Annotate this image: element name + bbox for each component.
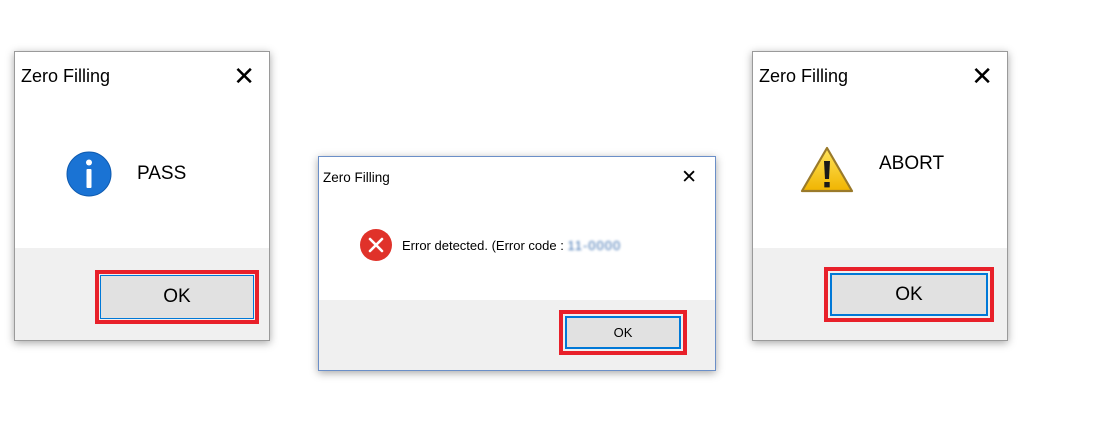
- title-bar: Zero Filling ✕: [15, 52, 269, 100]
- ok-button[interactable]: OK: [100, 275, 254, 319]
- title-bar: Zero Filling ✕: [319, 157, 715, 197]
- error-message: Error detected. (Error code :: [402, 237, 568, 253]
- pass-dialog: Zero Filling ✕ PASS OK: [14, 51, 270, 341]
- info-icon: [66, 151, 112, 197]
- message-area: Error detected. (Error code : 11-0000: [319, 226, 715, 264]
- abort-dialog: Zero Filling ✕ ABORT OK: [752, 51, 1008, 341]
- close-icon[interactable]: ✕: [681, 168, 697, 187]
- warning-icon: [800, 146, 854, 193]
- dialog-title: Zero Filling: [759, 65, 849, 86]
- message-text: Error detected. (Error code : 11-0000: [402, 238, 621, 253]
- message-text: ABORT: [879, 153, 945, 174]
- message-area: ABORT: [753, 138, 1007, 202]
- ok-button[interactable]: OK: [565, 316, 681, 349]
- message-text: PASS: [137, 163, 187, 184]
- error-dialog: Zero Filling ✕ Error detected. (Error co…: [318, 156, 716, 371]
- close-icon[interactable]: ✕: [971, 63, 993, 89]
- dialog-title: Zero Filling: [323, 169, 390, 185]
- message-area: PASS: [15, 142, 269, 206]
- error-code: 11-0000: [567, 237, 622, 253]
- ok-button[interactable]: OK: [830, 273, 988, 316]
- close-icon[interactable]: ✕: [233, 63, 255, 89]
- error-icon: [360, 229, 392, 261]
- dialog-title: Zero Filling: [21, 65, 111, 86]
- title-bar: Zero Filling ✕: [753, 52, 1007, 100]
